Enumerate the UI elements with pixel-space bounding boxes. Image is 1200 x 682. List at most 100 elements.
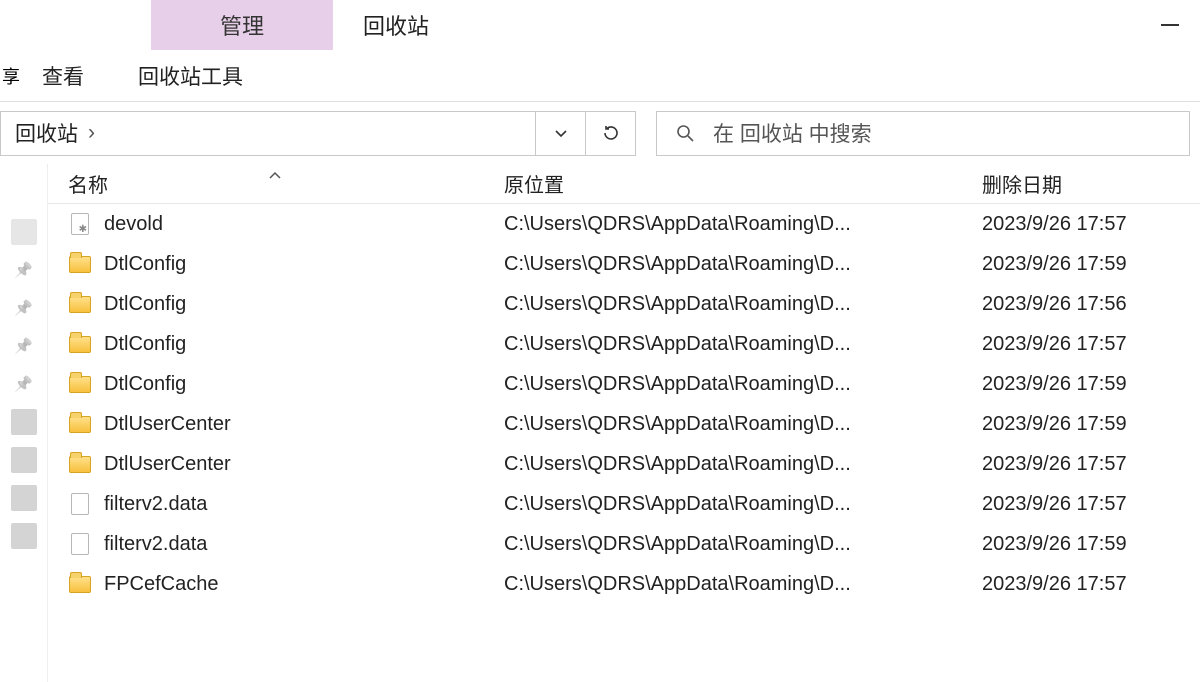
cell-origin: C:\Users\QDRS\AppData\Roaming\D... (498, 373, 976, 396)
cell-origin: C:\Users\QDRS\AppData\Roaming\D... (498, 453, 976, 476)
table-row[interactable]: DtlConfig C:\Users\QDRS\AppData\Roaming\D… (48, 324, 1200, 364)
file-name: DtlConfig (104, 253, 186, 276)
breadcrumb-separator[interactable]: › (82, 121, 101, 145)
file-name: filterv2.data (104, 493, 207, 516)
table-row[interactable]: DtlConfigC:\Users\QDRS\AppData\Roaming\D… (48, 244, 1200, 284)
ribbon-tab-view[interactable]: 查看 (12, 50, 114, 101)
cell-origin: C:\Users\QDRS\AppData\Roaming\D... (498, 533, 976, 556)
cell-origin: C:\Users\QDRS\AppData\Roaming\D... (498, 333, 976, 356)
window-title-text: 回收站 (363, 9, 429, 41)
column-header-origin-label: 原位置 (504, 175, 564, 197)
sort-indicator (268, 163, 282, 186)
folder-icon (68, 412, 92, 436)
cell-origin: C:\Users\QDRS\AppData\Roaming\D... (498, 573, 976, 596)
cell-deleted-date: 2023/9/26 17:59 (976, 413, 1200, 436)
cell-origin: C:\Users\QDRS\AppData\Roaming\D... (498, 413, 976, 436)
search-placeholder: 在 回收站 中搜索 (713, 118, 872, 148)
folder-icon (68, 572, 92, 596)
folder-icon (68, 452, 92, 476)
cell-deleted-date: 2023/9/26 17:57 (976, 213, 1200, 236)
file-name: devold (104, 213, 163, 236)
file-name: FPCefCache (104, 573, 219, 596)
content-area: 名称 原位置 删除日期 devold C:\Users\QDRS\AppData\… (0, 164, 1200, 682)
cell-deleted-date: 2023/9/26 17:56 (976, 293, 1200, 316)
ribbon-tab-share-partial[interactable]: 享 (0, 50, 12, 101)
cell-deleted-date: 2023/9/26 17:59 (976, 253, 1200, 276)
cell-name: devold (48, 212, 498, 236)
table-row[interactable]: filterv2.data C:\Users\QDRS\AppData\Roami… (48, 484, 1200, 524)
refresh-button[interactable] (585, 112, 635, 155)
cell-name: filterv2.data (48, 492, 498, 516)
nav-pane[interactable] (0, 164, 48, 682)
cell-name: filterv2.data (48, 532, 498, 556)
file-icon (68, 532, 92, 556)
nav-item-pinned[interactable] (11, 257, 37, 283)
navigation-row: 回收站 › 在 回收站 中搜索 (0, 102, 1200, 164)
cell-deleted-date: 2023/9/26 17:59 (976, 373, 1200, 396)
file-list: 名称 原位置 删除日期 devold C:\Users\QDRS\AppData\… (48, 164, 1200, 682)
column-header-name-label: 名称 (68, 175, 108, 197)
address-bar[interactable]: 回收站 › (0, 111, 636, 156)
table-row[interactable]: DtlUserCenter C:\Users\QDRS\AppData\Roami… (48, 404, 1200, 444)
cell-deleted-date: 2023/9/26 17:57 (976, 493, 1200, 516)
ribbon-tabs: 享 查看 回收站工具 (0, 50, 1200, 102)
search-box[interactable]: 在 回收站 中搜索 (656, 111, 1190, 156)
table-row[interactable]: FPCefCache C:\Users\QDRS\AppData\Roaming\… (48, 564, 1200, 604)
ribbon-tab-recycle-tools-label: 回收站工具 (138, 61, 243, 91)
table-row[interactable]: DtlUserCenter C:\Users\QDRS\AppData\Roami… (48, 444, 1200, 484)
ribbon-tab-view-label: 查看 (42, 61, 84, 91)
nav-item[interactable] (11, 409, 37, 435)
refresh-icon (602, 124, 620, 142)
column-header-origin[interactable]: 原位置 (498, 169, 976, 198)
cell-name: DtlConfig (48, 372, 498, 396)
cell-name: FPCefCache (48, 572, 498, 596)
minimize-button[interactable] (1140, 0, 1200, 50)
ribbon-tab-recycle-tools[interactable]: 回收站工具 (114, 50, 267, 101)
breadcrumb-segment[interactable]: 回收站 (11, 118, 82, 148)
cell-name: DtlConfig (48, 252, 498, 276)
table-row[interactable]: DtlConfig C:\Users\QDRS\AppData\Roaming\D… (48, 284, 1200, 324)
file-name: DtlUserCenter (104, 453, 231, 476)
column-header-name[interactable]: 名称 (48, 169, 498, 198)
address-history-dropdown[interactable] (535, 112, 585, 155)
folder-icon (68, 292, 92, 316)
file-icon (68, 492, 92, 516)
cell-deleted-date: 2023/9/26 17:57 (976, 333, 1200, 356)
cell-name: DtlConfig (48, 332, 498, 356)
folder-icon (68, 332, 92, 356)
table-row[interactable]: DtlConfigC:\Users\QDRS\AppData\Roaming\D… (48, 364, 1200, 404)
nav-item-pinned[interactable] (11, 295, 37, 321)
search-icon (675, 123, 695, 143)
nav-item[interactable] (11, 523, 37, 549)
title-bar: 管理 回收站 (0, 0, 1200, 50)
cell-deleted-date: 2023/9/26 17:57 (976, 453, 1200, 476)
titlebar-spacer (0, 0, 151, 50)
minimize-icon (1161, 24, 1179, 26)
file-name: DtlUserCenter (104, 413, 231, 436)
table-row[interactable]: filterv2.data C:\Users\QDRS\AppData\Roami… (48, 524, 1200, 564)
nav-item-pinned[interactable] (11, 371, 37, 397)
cell-origin: C:\Users\QDRS\AppData\Roaming\D... (498, 493, 976, 516)
cell-origin: C:\Users\QDRS\AppData\Roaming\D... (498, 293, 976, 316)
folder-icon (68, 372, 92, 396)
table-row[interactable]: devold C:\Users\QDRS\AppData\Roaming\D...… (48, 204, 1200, 244)
file-name: filterv2.data (104, 533, 207, 556)
nav-item-pinned[interactable] (11, 333, 37, 359)
cell-origin: C:\Users\QDRS\AppData\Roaming\D... (498, 213, 976, 236)
file-name: DtlConfig (104, 333, 186, 356)
chevron-down-icon (553, 125, 569, 141)
context-tab-label: 管理 (220, 9, 264, 41)
file-name: DtlConfig (104, 293, 186, 316)
column-header-deleted[interactable]: 删除日期 (976, 169, 1200, 198)
nav-item[interactable] (11, 485, 37, 511)
window-title: 回收站 (363, 0, 429, 50)
cell-deleted-date: 2023/9/26 17:59 (976, 533, 1200, 556)
chevron-up-icon (268, 170, 282, 180)
settings-file-icon (68, 212, 92, 236)
address-segments[interactable]: 回收站 › (1, 112, 535, 155)
file-rows: devold C:\Users\QDRS\AppData\Roaming\D...… (48, 204, 1200, 682)
nav-item[interactable] (11, 219, 37, 245)
nav-item[interactable] (11, 447, 37, 473)
context-tab-manage[interactable]: 管理 (151, 0, 333, 50)
cell-name: DtlUserCenter (48, 452, 498, 476)
